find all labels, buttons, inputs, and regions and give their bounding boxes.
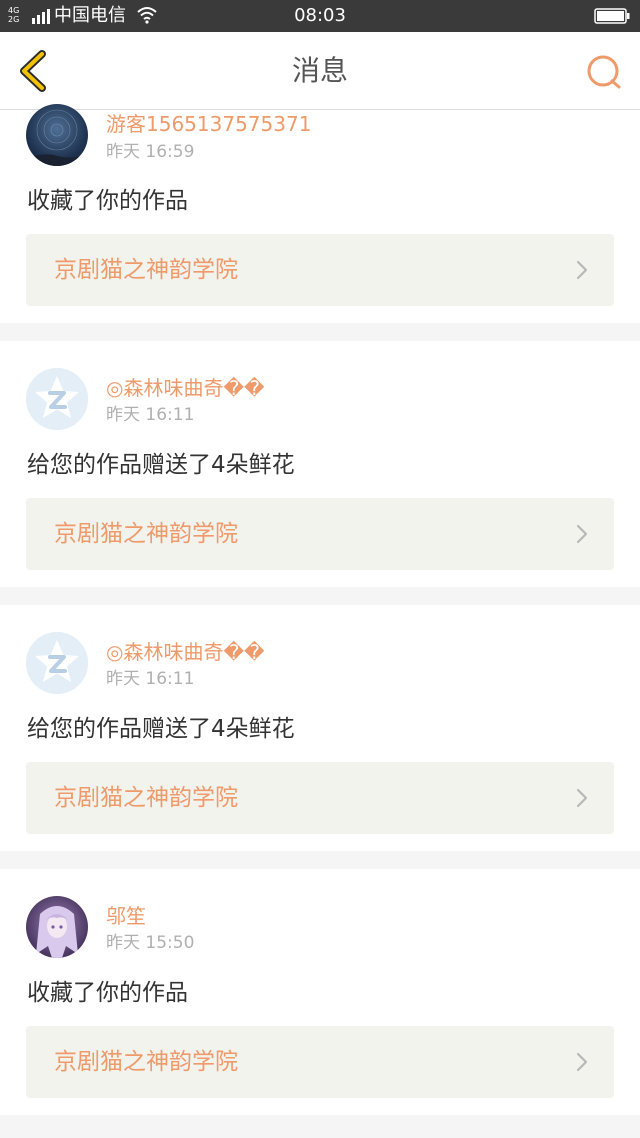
username[interactable]: ◎森林味曲奇�� [106, 640, 264, 664]
chevron-right-icon [576, 524, 588, 544]
chevron-right-icon [576, 788, 588, 808]
work-title: 京剧猫之神韵学院 [54, 521, 238, 547]
username[interactable]: 邬笙 [106, 904, 146, 928]
page-title: 消息 [291, 54, 348, 87]
avatar[interactable] [26, 104, 88, 166]
username[interactable]: 游客1565137575371 [106, 112, 311, 136]
work-link[interactable]: 京剧猫之神韵学院 [26, 1026, 614, 1098]
chevron-right-icon [576, 260, 588, 280]
message-time: 昨天 16:59 [106, 142, 195, 162]
work-link[interactable]: 京剧猫之神韵学院 [26, 498, 614, 570]
message-card: ◎森林味曲奇�� 昨天 16:11 给您的作品赠送了4朵鲜花 京剧猫之神韵学院 [0, 605, 640, 851]
work-title: 京剧猫之神韵学院 [54, 785, 238, 811]
message-time: 昨天 16:11 [106, 405, 195, 425]
message-text: 收藏了你的作品 [27, 188, 188, 214]
avatar[interactable] [26, 632, 88, 694]
message-text: 给您的作品赠送了4朵鲜花 [27, 716, 295, 742]
message-card: ◎森林味曲奇�� 昨天 16:11 给您的作品赠送了4朵鲜花 京剧猫之神韵学院 [0, 341, 640, 587]
message-time: 昨天 16:11 [106, 669, 195, 689]
nav-bar: 消息 [0, 32, 640, 110]
message-text: 收藏了你的作品 [27, 980, 188, 1006]
message-card: 邬笙 昨天 15:50 收藏了你的作品 京剧猫之神韵学院 [0, 869, 640, 1115]
work-title: 京剧猫之神韵学院 [54, 1049, 238, 1075]
search-button[interactable] [584, 52, 624, 92]
work-link[interactable]: 京剧猫之神韵学院 [26, 234, 614, 306]
avatar[interactable] [26, 896, 88, 958]
search-icon [587, 55, 621, 89]
message-time: 昨天 15:50 [106, 933, 195, 953]
clock: 08:03 [294, 5, 346, 26]
username[interactable]: ◎森林味曲奇�� [106, 376, 264, 400]
message-text: 给您的作品赠送了4朵鲜花 [27, 452, 295, 478]
chevron-right-icon [576, 1052, 588, 1072]
avatar[interactable] [26, 368, 88, 430]
work-link[interactable]: 京剧猫之神韵学院 [26, 762, 614, 834]
work-title: 京剧猫之神韵学院 [54, 257, 238, 283]
message-card: 游客1565137575371 昨天 16:59 收藏了你的作品 京剧猫之神韵学… [0, 104, 640, 323]
battery-icon [594, 8, 630, 24]
status-bar: 4G 2G 中国电信 08:03 [0, 0, 640, 32]
